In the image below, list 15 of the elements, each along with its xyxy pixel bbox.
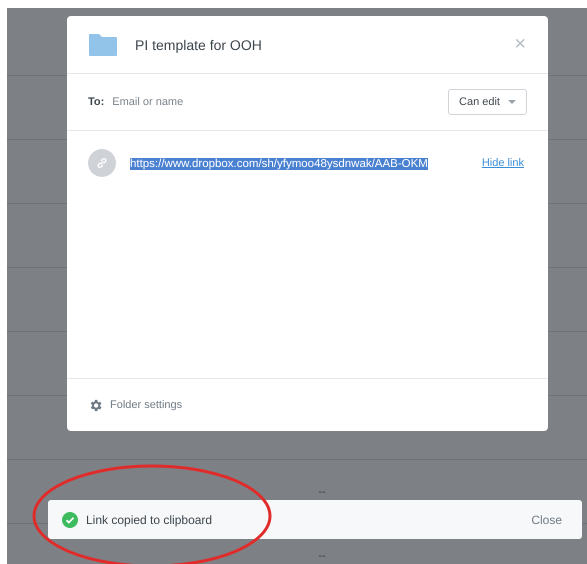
check-icon	[62, 512, 78, 528]
table-cell: --	[318, 550, 326, 562]
folder-settings-link[interactable]: Folder settings	[110, 399, 182, 411]
dialog-title: PI template for OOH	[135, 36, 263, 52]
table-cell: --	[318, 486, 326, 498]
permission-dropdown[interactable]: Can edit	[448, 89, 527, 115]
hide-link[interactable]: Hide link	[482, 157, 524, 169]
to-label: To:	[88, 96, 104, 108]
toast-message: Link copied to clipboard	[86, 512, 214, 526]
toast-close-button[interactable]: Close	[525, 512, 568, 528]
link-icon	[88, 149, 116, 177]
settings-icon	[88, 398, 103, 412]
share-url[interactable]: https://www.dropbox.com/sh/yfymoo48ysdnwak/AAB-OKM	[130, 158, 428, 170]
folder-icon	[89, 34, 117, 56]
caret-icon	[508, 100, 516, 104]
